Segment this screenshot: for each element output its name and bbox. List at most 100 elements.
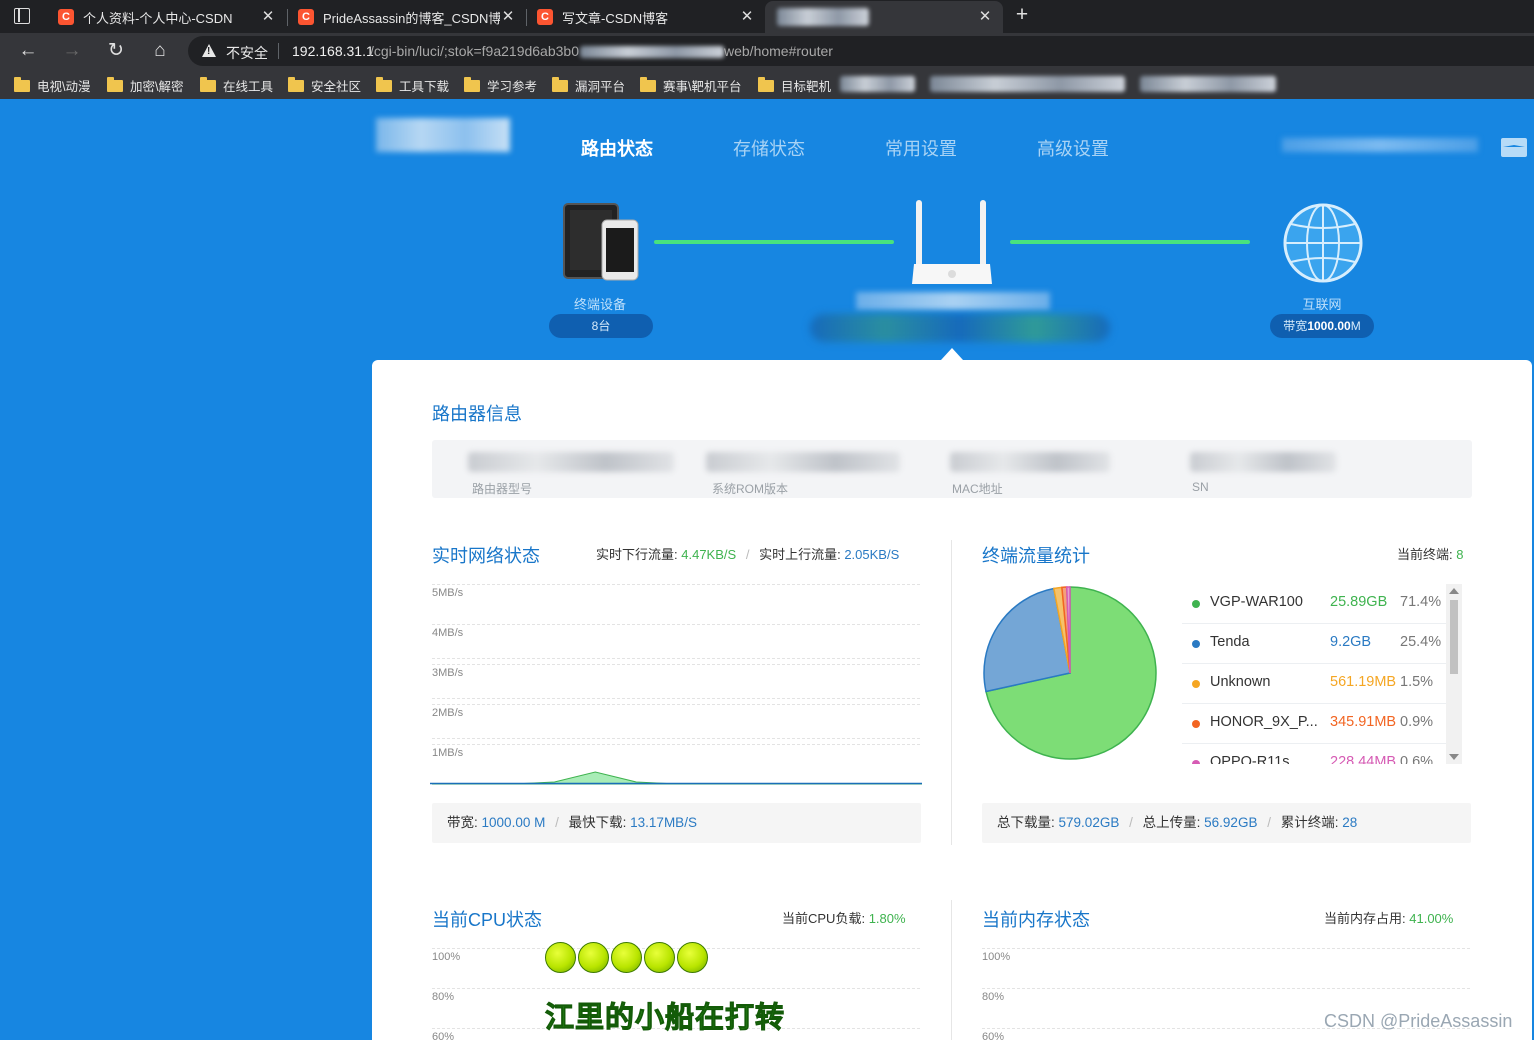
terminal-legend-list[interactable]: VGP-WAR100 25.89GB 71.4% Tenda 9.2GB 25.4% Unk…	[1182, 584, 1472, 764]
bookmark-folder[interactable]: 工具下载	[376, 76, 449, 95]
browser-tab-active[interactable]: ✕	[765, 1, 1003, 33]
globe-icon[interactable]	[1282, 202, 1364, 284]
connection-line	[654, 240, 894, 244]
network-traffic-chart	[430, 771, 922, 785]
download-rate: 4.47KB/S	[681, 547, 737, 562]
gridline	[432, 658, 920, 659]
browser-tab-1[interactable]: C 个人资料-个人中心-CSDN ✕	[48, 1, 286, 33]
close-tab-icon[interactable]: ✕	[977, 9, 993, 25]
gridline	[432, 738, 920, 739]
bookmark-folder[interactable]: 学习参考	[464, 76, 537, 95]
close-tab-icon[interactable]: ✕	[739, 9, 755, 25]
terminal-name: OPPO-R11s	[1210, 754, 1290, 764]
scroll-down-icon[interactable]	[1449, 754, 1459, 760]
terminal-traffic: 345.91MB	[1330, 714, 1397, 730]
nav-storage-status[interactable]: 存储状态	[733, 135, 805, 161]
bookmark-folder[interactable]: 漏洞平台	[552, 76, 625, 95]
csdn-favicon-icon: C	[298, 9, 314, 25]
cpu-load-value: 1.80%	[868, 911, 906, 926]
legend-dot-icon	[1192, 680, 1200, 688]
gridline	[982, 988, 1470, 989]
address-bar[interactable]: 不安全 192.168.31.1 /cgi-bin/luci/;stok=f9a…	[188, 36, 1534, 66]
csdn-watermark: CSDN @PrideAssassin	[1324, 1011, 1513, 1031]
gridline	[432, 664, 920, 665]
terminal-percent: 0.9%	[1400, 714, 1434, 730]
legend-dot-icon	[1192, 600, 1200, 608]
tab-title: PrideAssassin的博客_CSDN博客-	[323, 10, 500, 26]
security-label[interactable]: 不安全	[226, 43, 268, 63]
tab-actions-icon[interactable]	[14, 8, 30, 24]
loading-balls-sticker	[545, 942, 708, 973]
devices-count-badge[interactable]: 8台	[549, 314, 653, 338]
memory-usage: 当前内存占用: 41.00%	[1324, 911, 1454, 926]
scroll-thumb[interactable]	[1450, 600, 1458, 674]
redacted-url	[580, 46, 724, 58]
folder-icon	[758, 76, 774, 92]
redacted-rom	[706, 452, 900, 472]
forward-icon[interactable]: →	[60, 39, 84, 63]
nav-advanced-settings[interactable]: 高级设置	[1037, 135, 1109, 161]
reload-icon[interactable]: ↻	[104, 39, 128, 63]
close-tab-icon[interactable]: ✕	[260, 9, 276, 25]
terminal-percent: 71.4%	[1400, 594, 1442, 610]
sticker-caption: 江里的小船在打转	[544, 1000, 786, 1035]
router-info-title: 路由器信息	[432, 404, 522, 424]
terminal-legend-row[interactable]: Unknown 561.19MB 1.5%	[1182, 664, 1446, 704]
mac-label: MAC地址	[952, 482, 1003, 496]
bookmark-folder[interactable]: 目标靶机	[758, 76, 831, 95]
close-tab-icon[interactable]: ✕	[500, 9, 516, 25]
redacted-router-info	[810, 314, 1110, 342]
terminal-name: Unknown	[1210, 674, 1271, 690]
bookmark-folder[interactable]: 赛事\靶机平台	[640, 76, 741, 95]
internet-label: 互联网	[1302, 297, 1342, 312]
redacted-model	[468, 452, 674, 472]
scroll-up-icon[interactable]	[1449, 588, 1459, 594]
bookmark-folder[interactable]: 安全社区	[288, 76, 361, 95]
upload-rate: 2.05KB/S	[844, 547, 900, 562]
y-tick-label: 60%	[982, 1031, 1005, 1040]
traffic-pie-chart	[983, 586, 1157, 760]
router-icon[interactable]	[910, 198, 994, 288]
mail-icon[interactable]	[1501, 138, 1527, 157]
y-tick-label: 4MB/s	[432, 627, 464, 639]
terminal-legend-row[interactable]: Tenda 9.2GB 25.4%	[1182, 624, 1446, 664]
bookmark-folder[interactable]: 电视\动漫	[14, 76, 90, 95]
bandwidth-badge[interactable]: 带宽1000.00M	[1270, 314, 1374, 338]
terminal-traffic: 228.44MB	[1330, 754, 1397, 764]
terminal-legend-row[interactable]: VGP-WAR100 25.89GB 71.4%	[1182, 584, 1446, 624]
gridline	[432, 988, 920, 989]
terminal-percent: 25.4%	[1400, 634, 1442, 650]
home-icon[interactable]: ⌂	[148, 39, 172, 63]
gridline	[432, 624, 920, 625]
back-icon[interactable]: ←	[16, 39, 40, 63]
csdn-favicon-icon: C	[537, 9, 553, 25]
network-footer: 带宽: 1000.00 M / 最快下载: 13.17MB/S	[432, 803, 921, 843]
nav-router-status[interactable]: 路由状态	[581, 135, 653, 161]
new-tab-icon[interactable]: +	[1012, 4, 1032, 25]
legend-dot-icon	[1192, 760, 1200, 764]
terminal-legend-row[interactable]: HONOR_9X_P... 345.91MB 0.9%	[1182, 704, 1446, 744]
terminal-traffic: 25.89GB	[1330, 594, 1388, 610]
terminal-traffic: 9.2GB	[1330, 634, 1372, 650]
gridline	[432, 704, 920, 705]
terminal-name: HONOR_9X_P...	[1210, 714, 1318, 730]
panel-pointer	[941, 348, 963, 360]
max-download-value: 13.17MB/S	[630, 815, 697, 830]
y-tick-label: 3MB/s	[432, 667, 464, 679]
browser-tab-2[interactable]: C PrideAssassin的博客_CSDN博客- ✕	[287, 1, 526, 33]
bookmark-folder[interactable]: 在线工具	[200, 76, 273, 95]
browser-tab-3[interactable]: C 写文章-CSDN博客 ✕	[526, 1, 765, 33]
gridline	[432, 744, 920, 745]
terminal-legend-row[interactable]: OPPO-R11s 228.44MB 0.6%	[1182, 744, 1446, 764]
bookmark-folder[interactable]: 加密\解密	[107, 76, 183, 95]
y-tick-label: 2MB/s	[432, 707, 464, 719]
legend-dot-icon	[1192, 640, 1200, 648]
nav-common-settings[interactable]: 常用设置	[885, 135, 957, 161]
legend-scrollbar[interactable]	[1446, 584, 1462, 764]
folder-icon	[552, 76, 568, 92]
devices-icon[interactable]	[562, 202, 642, 282]
redacted-user-menu[interactable]	[1282, 138, 1478, 152]
folder-icon	[200, 76, 216, 92]
legend-dot-icon	[1192, 720, 1200, 728]
redacted-sn	[1190, 452, 1336, 472]
